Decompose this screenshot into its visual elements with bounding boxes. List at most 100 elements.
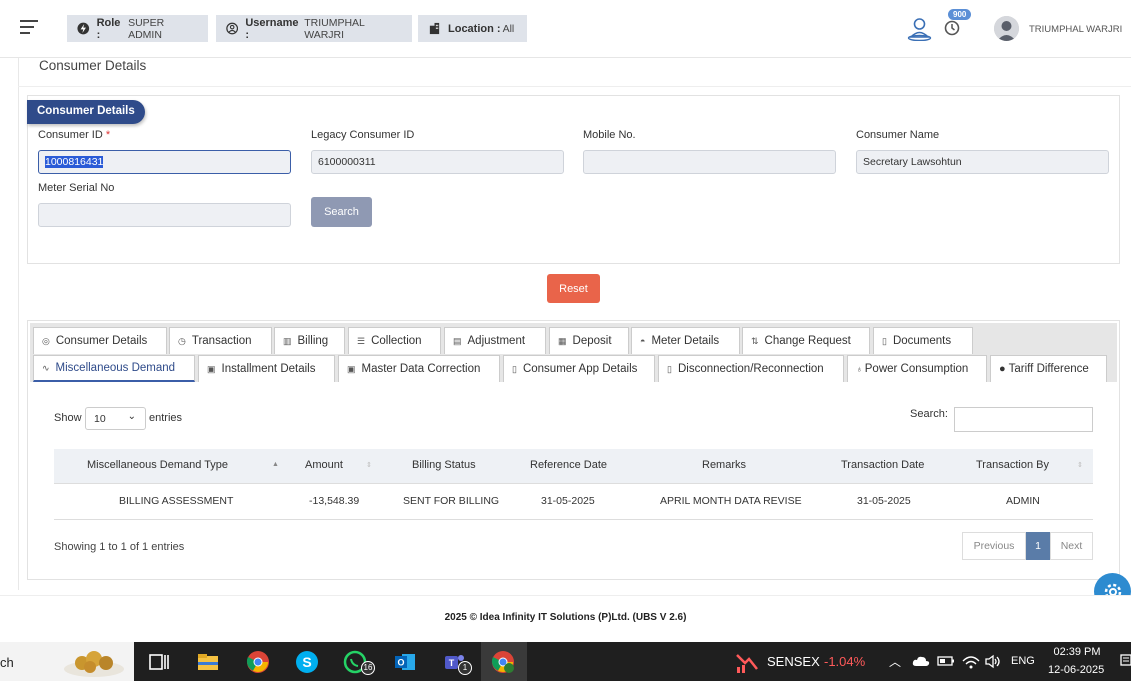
section-tag: Consumer Details bbox=[27, 100, 145, 124]
stock-down-icon[interactable] bbox=[735, 651, 761, 675]
tab-deposit[interactable]: ▦ Deposit bbox=[549, 327, 629, 354]
bank-icon: ▦ bbox=[558, 335, 567, 346]
list-icon: ☰ bbox=[357, 335, 366, 346]
food-widget-icon[interactable] bbox=[62, 645, 126, 679]
column-header-reference-date[interactable]: Reference Date bbox=[530, 459, 607, 471]
cell-transaction-by: ADMIN bbox=[1006, 495, 1040, 507]
column-header-transaction-date[interactable]: Transaction Date bbox=[841, 459, 924, 471]
page-size-select[interactable]: 10 ⌄ bbox=[85, 407, 146, 430]
bulb-icon: ♁ bbox=[856, 364, 863, 374]
calculator-icon: ▣ bbox=[347, 363, 356, 374]
tab-collection[interactable]: ☰ Collection bbox=[348, 327, 441, 354]
cloud-icon[interactable] bbox=[912, 655, 930, 667]
outlook-icon[interactable]: O bbox=[393, 650, 417, 674]
table-search-input[interactable] bbox=[954, 407, 1093, 432]
tab-power-consumption[interactable]: ♁ Power Consumption bbox=[847, 355, 987, 382]
tab-consumer-app-details[interactable]: ▯ Consumer App Details bbox=[503, 355, 655, 382]
skype-icon[interactable]: S bbox=[295, 650, 319, 674]
task-view-icon[interactable] bbox=[147, 650, 171, 674]
sort-icon[interactable]: ⇕ bbox=[1077, 461, 1083, 469]
column-header-transaction-by[interactable]: Transaction By bbox=[976, 459, 1049, 471]
tab-disconnection-reconnection[interactable]: ▯ Disconnection/Reconnection bbox=[658, 355, 844, 382]
consumer-search-card bbox=[27, 95, 1120, 264]
column-header-remarks[interactable]: Remarks bbox=[702, 459, 746, 471]
speaker-icon[interactable] bbox=[984, 654, 1002, 669]
legacy-id-input[interactable]: 6100000311 bbox=[311, 150, 564, 174]
tab-transaction[interactable]: ◷ Transaction bbox=[169, 327, 272, 354]
sort-icon[interactable]: ⇕ bbox=[366, 461, 372, 469]
avatar[interactable] bbox=[994, 16, 1019, 41]
document-icon: ▯ bbox=[882, 335, 887, 346]
location-label: Location : bbox=[448, 22, 501, 35]
tab-adjustment[interactable]: ▤ Adjustment bbox=[444, 327, 546, 354]
role-pill: Role : SUPER ADMIN bbox=[67, 15, 208, 42]
pulse-icon: ∿ bbox=[42, 362, 50, 373]
tab-tariff-difference[interactable]: ● Tariff Difference bbox=[990, 355, 1107, 382]
mobile-icon: ▯ bbox=[512, 363, 517, 374]
tab-miscellaneous-demand[interactable]: ∿ Miscellaneous Demand bbox=[33, 355, 195, 382]
reset-button[interactable]: Reset bbox=[547, 274, 600, 303]
cell-billing-status: SENT FOR BILLING bbox=[403, 495, 500, 507]
location-pill: Location : All bbox=[418, 15, 527, 42]
sort-asc-icon[interactable]: ▲ bbox=[272, 461, 279, 468]
chart-icon: ▥ bbox=[283, 335, 292, 346]
clock-date[interactable]: 12-06-2025 bbox=[1048, 664, 1104, 676]
user-display-name[interactable]: TRIUMPHAL WARJRI bbox=[1029, 24, 1122, 35]
consumer-id-input[interactable]: 1000816431 bbox=[38, 150, 291, 174]
chrome-icon[interactable] bbox=[246, 650, 270, 674]
mobile-label: Mobile No. bbox=[583, 129, 636, 141]
next-page-button[interactable]: Next bbox=[1050, 532, 1093, 560]
cell-reference-date: 31-05-2025 bbox=[541, 495, 595, 507]
page-1-button[interactable]: 1 bbox=[1026, 532, 1050, 560]
page-title: Consumer Details bbox=[39, 58, 147, 73]
role-value: SUPER ADMIN bbox=[128, 16, 165, 41]
notification-center-icon[interactable] bbox=[1120, 654, 1131, 669]
legacy-id-label: Legacy Consumer ID bbox=[311, 129, 415, 141]
divider bbox=[18, 86, 1131, 87]
history-icon[interactable] bbox=[944, 20, 960, 36]
user-circle-icon bbox=[226, 22, 239, 35]
support-agent-icon[interactable] bbox=[906, 16, 933, 41]
svg-text:O: O bbox=[397, 658, 404, 668]
entries-label: entries bbox=[149, 412, 183, 424]
teams-badge: 1 bbox=[458, 661, 472, 675]
taskbar-search-text: ch bbox=[0, 655, 14, 670]
tab-change-request[interactable]: ⇅ Change Request bbox=[742, 327, 870, 354]
username-label: Username : bbox=[245, 16, 299, 41]
search-button[interactable]: Search bbox=[311, 197, 372, 227]
consumer-name-input[interactable]: Secretary Lawsohtun bbox=[856, 150, 1109, 174]
tab-billing[interactable]: ▥ Billing bbox=[274, 327, 345, 354]
gauge-icon: ◓ bbox=[640, 336, 646, 346]
battery-icon[interactable] bbox=[937, 655, 955, 667]
table-search-label: Search: bbox=[910, 408, 948, 420]
tab-installment-details[interactable]: ▣ Installment Details bbox=[198, 355, 335, 382]
cell-amount: -13,548.39 bbox=[309, 495, 360, 507]
tab-master-data-correction[interactable]: ▣ Master Data Correction bbox=[338, 355, 500, 382]
meter-serial-input[interactable] bbox=[38, 203, 291, 227]
mobile-input[interactable] bbox=[583, 150, 836, 174]
tab-consumer-details[interactable]: ◎ Consumer Details bbox=[33, 327, 167, 354]
notification-badge: 900 bbox=[948, 9, 972, 20]
svg-text:T: T bbox=[449, 658, 455, 668]
bolt-icon bbox=[77, 22, 90, 35]
showing-info: Showing 1 to 1 of 1 entries bbox=[54, 541, 185, 553]
wifi-icon[interactable] bbox=[962, 654, 980, 669]
cell-remarks: APRIL MONTH DATA REVISE bbox=[660, 495, 802, 507]
menu-icon[interactable] bbox=[20, 20, 38, 34]
column-header-amount[interactable]: Amount bbox=[305, 459, 343, 471]
whatsapp-badge: 16 bbox=[361, 661, 375, 675]
meter-serial-label: Meter Serial No bbox=[38, 182, 115, 194]
tab-meter-details[interactable]: ◓ Meter Details bbox=[631, 327, 740, 354]
chrome-profile-icon[interactable] bbox=[491, 650, 515, 674]
previous-page-button[interactable]: Previous bbox=[962, 532, 1026, 560]
cell-transaction-date: 31-05-2025 bbox=[857, 495, 911, 507]
column-header-billing-status[interactable]: Billing Status bbox=[412, 459, 476, 471]
file-explorer-icon[interactable] bbox=[196, 650, 220, 674]
column-header-demand-type[interactable]: Miscellaneous Demand Type bbox=[87, 459, 228, 471]
chevron-up-icon[interactable]: ︿ bbox=[889, 653, 901, 670]
language-indicator[interactable]: ENG bbox=[1011, 655, 1035, 667]
clock-time[interactable]: 02:39 PM bbox=[1052, 646, 1102, 658]
circle-icon: ● bbox=[999, 363, 1006, 375]
tab-documents[interactable]: ▯ Documents bbox=[873, 327, 973, 354]
show-label: Show bbox=[54, 412, 82, 424]
